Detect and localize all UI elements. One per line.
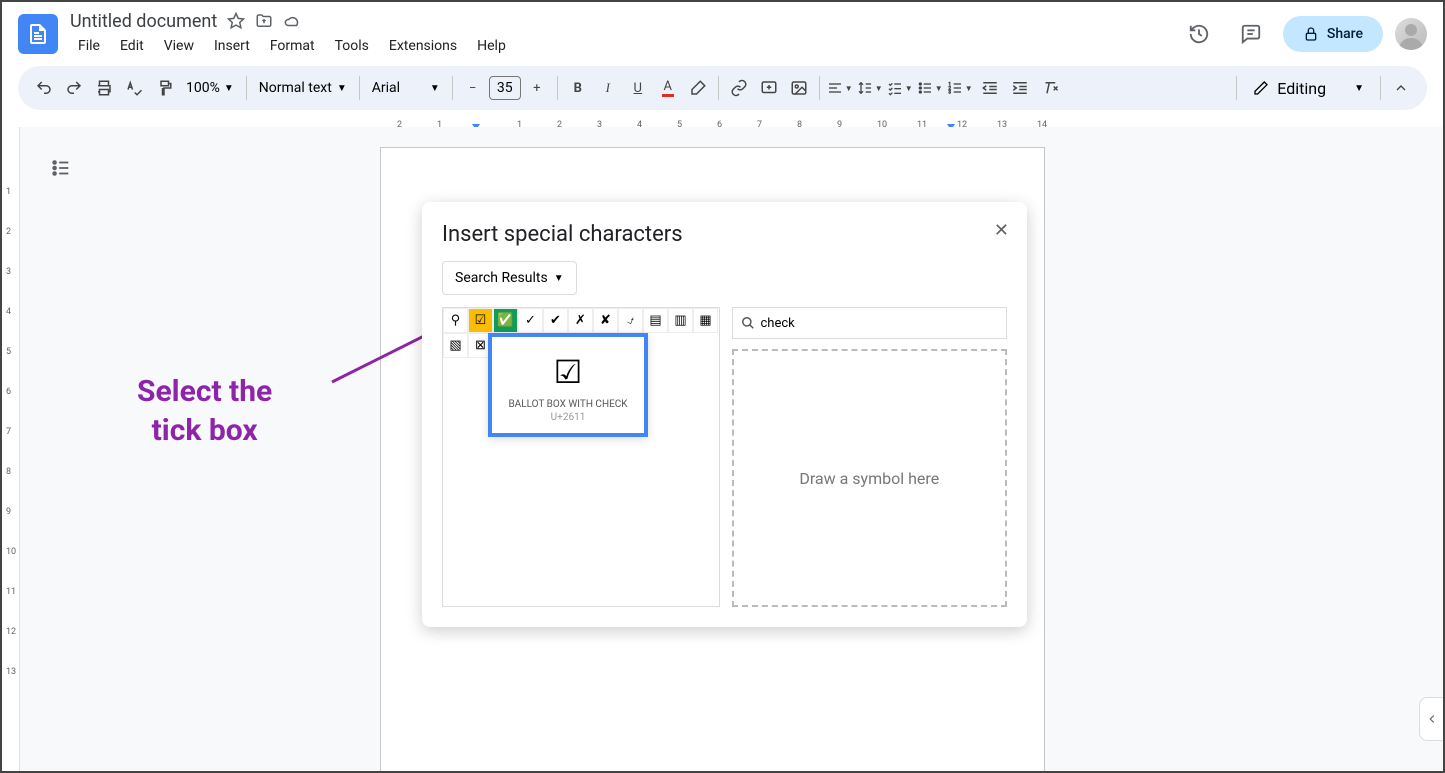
- side-panel-toggle[interactable]: [1419, 697, 1443, 741]
- redo-button[interactable]: [60, 74, 88, 102]
- char-cell[interactable]: ✗: [568, 308, 593, 333]
- menu-insert[interactable]: Insert: [206, 34, 258, 58]
- separator: [452, 76, 453, 100]
- editing-mode-dropdown[interactable]: Editing ▼: [1243, 79, 1374, 98]
- preview-glyph: ☑: [500, 353, 636, 391]
- paragraph-style-dropdown[interactable]: Normal text▼: [253, 80, 353, 96]
- annotation-text: Select the tick box: [137, 372, 272, 450]
- character-search-box[interactable]: [732, 307, 1008, 339]
- char-cell-highlighted[interactable]: ☑: [468, 308, 493, 333]
- separator: [359, 76, 360, 100]
- char-cell[interactable]: ⚲: [443, 308, 468, 333]
- menu-bar: File Edit View Insert Format Tools Exten…: [70, 34, 1179, 58]
- character-preview-tooltip: ☑ BALLOT BOX WITH CHECK U+2611: [488, 333, 648, 437]
- line-spacing-button[interactable]: ▼: [856, 74, 884, 102]
- spellcheck-button[interactable]: [120, 74, 148, 102]
- titlebar-right: Share: [1179, 14, 1427, 54]
- search-input[interactable]: [761, 316, 999, 331]
- comments-icon[interactable]: [1231, 14, 1271, 54]
- separator: [246, 76, 247, 100]
- undo-button[interactable]: [30, 74, 58, 102]
- underline-button[interactable]: U: [624, 74, 652, 102]
- increase-fontsize-button[interactable]: +: [523, 74, 551, 102]
- menu-file[interactable]: File: [70, 34, 108, 58]
- char-cell[interactable]: ✅: [493, 308, 518, 333]
- character-grid-panel: ⚲ ☑ ✅ ✓ ✔ ✗ ✘ ⍻ ▤ ▥ ▦ ▧ ⊠ ✓ ☑ BALLOT BOX…: [442, 307, 720, 607]
- paint-format-button[interactable]: [150, 74, 178, 102]
- separator: [819, 76, 820, 100]
- separator: [1380, 76, 1381, 100]
- lock-icon: [1303, 26, 1319, 42]
- char-cell[interactable]: ▦: [693, 308, 718, 333]
- cloud-status-icon[interactable]: [283, 12, 301, 30]
- outline-toggle-icon[interactable]: [50, 157, 72, 183]
- chevron-left-icon: [1425, 712, 1439, 726]
- share-label: Share: [1327, 26, 1363, 42]
- vertical-ruler[interactable]: 1 2 3 4 5 6 7 8 9 10 11 12 13: [2, 127, 20, 771]
- draw-area[interactable]: Draw a symbol here: [732, 349, 1008, 607]
- print-button[interactable]: [90, 74, 118, 102]
- char-cell[interactable]: ✘: [593, 308, 618, 333]
- share-button[interactable]: Share: [1283, 16, 1383, 52]
- menu-format[interactable]: Format: [262, 34, 323, 58]
- insert-image-button[interactable]: [785, 74, 813, 102]
- numbered-list-button[interactable]: 123▼: [946, 74, 974, 102]
- preview-name: BALLOT BOX WITH CHECK: [500, 399, 636, 410]
- menu-help[interactable]: Help: [469, 34, 514, 58]
- search-icon: [741, 316, 755, 330]
- move-folder-icon[interactable]: [255, 12, 273, 30]
- text-color-button[interactable]: A: [654, 74, 682, 102]
- decrease-fontsize-button[interactable]: −: [459, 74, 487, 102]
- zoom-dropdown[interactable]: 100%▼: [180, 80, 240, 96]
- separator: [718, 76, 719, 100]
- char-cell[interactable]: ✔: [543, 308, 568, 333]
- category-dropdown[interactable]: Search Results ▼: [442, 261, 577, 295]
- docs-app-icon[interactable]: [18, 14, 58, 54]
- insert-comment-button[interactable]: [755, 74, 783, 102]
- draw-panel: Draw a symbol here: [732, 307, 1008, 607]
- italic-button[interactable]: I: [594, 74, 622, 102]
- highlight-color-button[interactable]: [684, 74, 712, 102]
- char-cell[interactable]: ⍻: [618, 308, 643, 333]
- toolbar: 100%▼ Normal text▼ Arial▼ − 35 + B I U A…: [18, 66, 1427, 110]
- align-dropdown[interactable]: ▼: [826, 74, 854, 102]
- special-characters-dialog: ✕ Insert special characters Search Resul…: [422, 202, 1027, 627]
- close-icon[interactable]: ✕: [994, 220, 1009, 241]
- collapse-toolbar-button[interactable]: [1387, 74, 1415, 102]
- char-cell[interactable]: ▧: [443, 333, 468, 358]
- separator: [557, 76, 558, 100]
- bold-button[interactable]: B: [564, 74, 592, 102]
- menu-extensions[interactable]: Extensions: [381, 34, 465, 58]
- preview-code: U+2611: [500, 412, 636, 423]
- separator: [1236, 76, 1237, 100]
- star-icon[interactable]: [227, 12, 245, 30]
- font-family-dropdown[interactable]: Arial▼: [366, 80, 446, 96]
- char-cell[interactable]: ✓: [518, 308, 543, 333]
- titlebar: Untitled document File Edit View Insert …: [2, 2, 1443, 66]
- menu-edit[interactable]: Edit: [112, 34, 152, 58]
- document-title[interactable]: Untitled document: [70, 11, 217, 32]
- menu-view[interactable]: View: [156, 34, 202, 58]
- menu-tools[interactable]: Tools: [327, 34, 377, 58]
- title-section: Untitled document File Edit View Insert …: [70, 11, 1179, 58]
- svg-text:3: 3: [948, 89, 951, 95]
- avatar[interactable]: [1395, 18, 1427, 50]
- clear-formatting-button[interactable]: [1036, 74, 1064, 102]
- bulleted-list-button[interactable]: ▼: [916, 74, 944, 102]
- history-icon[interactable]: [1179, 14, 1219, 54]
- decrease-indent-button[interactable]: [976, 74, 1004, 102]
- char-cell[interactable]: ▤: [643, 308, 668, 333]
- increase-indent-button[interactable]: [1006, 74, 1034, 102]
- checklist-button[interactable]: ▼: [886, 74, 914, 102]
- insert-link-button[interactable]: [725, 74, 753, 102]
- fontsize-input[interactable]: 35: [489, 76, 521, 100]
- pencil-icon: [1253, 80, 1269, 96]
- dialog-title: Insert special characters: [442, 222, 1007, 247]
- char-cell[interactable]: ▥: [668, 308, 693, 333]
